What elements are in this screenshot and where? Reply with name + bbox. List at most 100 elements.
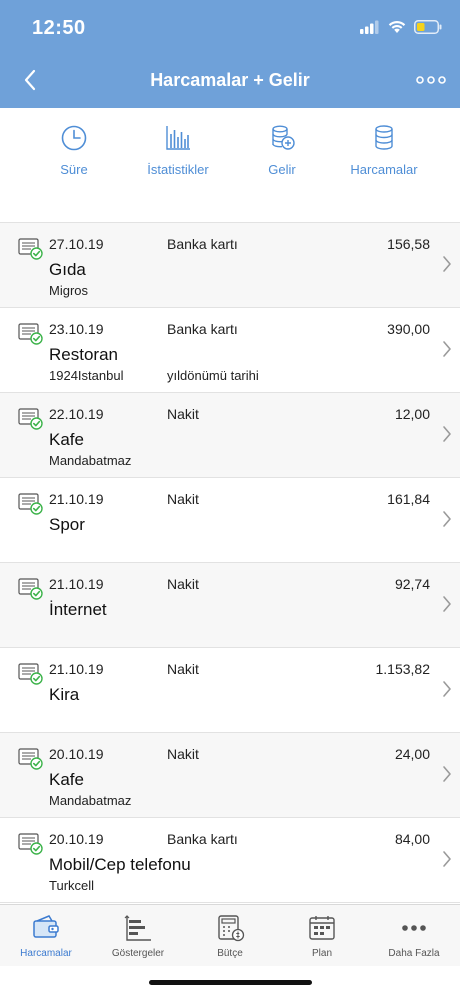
transaction-amount: 24,00 xyxy=(394,746,430,762)
tab-label: Plan xyxy=(311,948,332,959)
payment-method: Nakit xyxy=(167,491,199,507)
budget-calculator-icon xyxy=(218,915,245,942)
page-title: Harcamalar + Gelir xyxy=(150,70,310,90)
toolbar-button-sure[interactable]: Süre xyxy=(24,124,124,177)
wallet-icon xyxy=(33,915,59,938)
transaction-category: Kira xyxy=(49,685,80,704)
toolbar-label: Süre xyxy=(60,162,88,177)
more-dots-icon xyxy=(402,925,426,931)
payment-method: Banka kartı xyxy=(167,236,238,252)
transaction-amount: 156,58 xyxy=(387,236,430,252)
transaction-row[interactable]: 22.10.19 Nakit 12,00 Kafe Mandabatmaz xyxy=(0,393,460,478)
transaction-list: 27.10.19 Banka kartı 156,58 Gıda Migros … xyxy=(0,222,460,903)
chevron-right-icon xyxy=(443,511,451,527)
transaction-row[interactable]: 27.10.19 Banka kartı 156,58 Gıda Migros xyxy=(0,223,460,308)
transaction-payee: Migros xyxy=(49,283,89,298)
tab-plan[interactable]: Plan xyxy=(276,913,368,959)
transaction-payee: Mandabatmaz xyxy=(49,453,132,468)
payment-method: Banka kartı xyxy=(167,831,238,847)
transaction-payee: Turkcell xyxy=(49,878,95,893)
payment-method: Nakit xyxy=(167,406,199,422)
gantt-chart-icon xyxy=(124,915,151,941)
tab-daha-fazla[interactable]: Daha Fazla xyxy=(368,913,460,959)
transaction-category: Mobil/Cep telefonu xyxy=(49,855,191,874)
transaction-date: 20.10.19 xyxy=(49,746,104,762)
tab-label: Daha Fazla xyxy=(388,948,440,959)
tab-harcamalar[interactable]: Harcamalar xyxy=(0,913,92,959)
tab-label: Bütçe xyxy=(217,948,243,959)
cellular-signal-icon xyxy=(360,20,379,34)
top-header: 12:50 Harcamalar + Gelir xyxy=(0,0,460,108)
payment-method: Banka kartı xyxy=(167,321,238,337)
wifi-icon xyxy=(388,21,406,33)
transaction-amount: 84,00 xyxy=(394,831,430,847)
receipt-check-icon xyxy=(18,323,43,345)
transaction-amount: 12,00 xyxy=(394,406,430,422)
transaction-amount: 161,84 xyxy=(387,491,430,507)
transaction-row[interactable]: 20.10.19 Banka kartı 84,00 Mobil/Cep tel… xyxy=(0,818,460,903)
toolbar-label: İstatistikler xyxy=(147,162,209,177)
bar-chart-icon xyxy=(166,126,190,150)
chevron-right-icon xyxy=(443,256,451,272)
transaction-category: Kafe xyxy=(49,770,84,789)
transaction-payee: Mandabatmaz xyxy=(49,793,132,808)
transaction-date: 20.10.19 xyxy=(49,831,104,847)
toolbar-label: Gelir xyxy=(268,162,296,177)
toolbar-button-gelir[interactable]: Gelir xyxy=(232,124,332,177)
transaction-row[interactable]: 21.10.19 Nakit 161,84 Spor xyxy=(0,478,460,563)
home-indicator-area xyxy=(0,966,460,996)
transaction-date: 23.10.19 xyxy=(49,321,104,337)
transaction-amount: 92,74 xyxy=(394,576,430,592)
transaction-note: yıldönümü tarihi xyxy=(167,368,259,383)
toolbar-label: Harcamalar xyxy=(350,162,418,177)
tab-label: Göstergeler xyxy=(111,948,165,959)
transaction-category: Gıda xyxy=(49,260,86,279)
transaction-date: 21.10.19 xyxy=(49,576,104,592)
chevron-right-icon xyxy=(443,681,451,697)
transaction-category: Kafe xyxy=(49,430,84,449)
tab-label: Harcamalar xyxy=(20,948,72,959)
more-options-icon[interactable] xyxy=(416,72,446,88)
tab-butce[interactable]: Bütçe xyxy=(184,913,276,959)
toolbar-button-istatistikler[interactable]: İstatistikler xyxy=(128,124,228,177)
transaction-payee: 1924Istanbul xyxy=(49,368,124,383)
transaction-amount: 1.153,82 xyxy=(375,661,431,677)
filter-toolbar: Süre İstatistikler Gelir Harcamalar xyxy=(0,108,460,222)
bottom-tab-bar: Harcamalar Göstergeler Bütçe Plan Daha F… xyxy=(0,904,460,966)
clock-icon xyxy=(61,125,87,151)
transaction-category: Spor xyxy=(49,515,85,534)
payment-method: Nakit xyxy=(167,576,199,592)
chevron-right-icon xyxy=(443,596,451,612)
chevron-right-icon xyxy=(443,426,451,442)
toolbar-button-harcamalar[interactable]: Harcamalar xyxy=(334,124,434,177)
payment-method: Nakit xyxy=(167,661,199,677)
transaction-date: 22.10.19 xyxy=(49,406,104,422)
transaction-row[interactable]: 20.10.19 Nakit 24,00 Kafe Mandabatmaz xyxy=(0,733,460,818)
receipt-check-icon xyxy=(18,578,43,600)
status-icons xyxy=(360,20,442,34)
receipt-check-icon xyxy=(18,833,43,855)
status-time: 12:50 xyxy=(32,17,86,39)
receipt-check-icon xyxy=(18,238,43,260)
battery-icon xyxy=(414,20,442,34)
tab-gostergeler[interactable]: Göstergeler xyxy=(92,913,184,959)
receipt-check-icon xyxy=(18,748,43,770)
transaction-row[interactable]: 21.10.19 Nakit 92,74 İnternet xyxy=(0,563,460,648)
payment-method: Nakit xyxy=(167,746,199,762)
transaction-category: Restoran xyxy=(49,345,118,364)
coins-plus-icon xyxy=(272,125,295,150)
coins-icon xyxy=(375,125,393,150)
transaction-date: 27.10.19 xyxy=(49,236,104,252)
transaction-date: 21.10.19 xyxy=(49,491,104,507)
transaction-category: İnternet xyxy=(49,600,107,619)
transaction-row[interactable]: 21.10.19 Nakit 1.153,82 Kira xyxy=(0,648,460,733)
home-indicator[interactable] xyxy=(149,980,312,985)
transaction-date: 21.10.19 xyxy=(49,661,104,677)
receipt-check-icon xyxy=(18,408,43,430)
calendar-icon xyxy=(309,916,335,940)
chevron-right-icon xyxy=(443,851,451,867)
transaction-row[interactable]: 23.10.19 Banka kartı 390,00 Restoran 192… xyxy=(0,308,460,393)
receipt-check-icon xyxy=(18,663,43,685)
transaction-amount: 390,00 xyxy=(387,321,430,337)
chevron-right-icon xyxy=(443,341,451,357)
